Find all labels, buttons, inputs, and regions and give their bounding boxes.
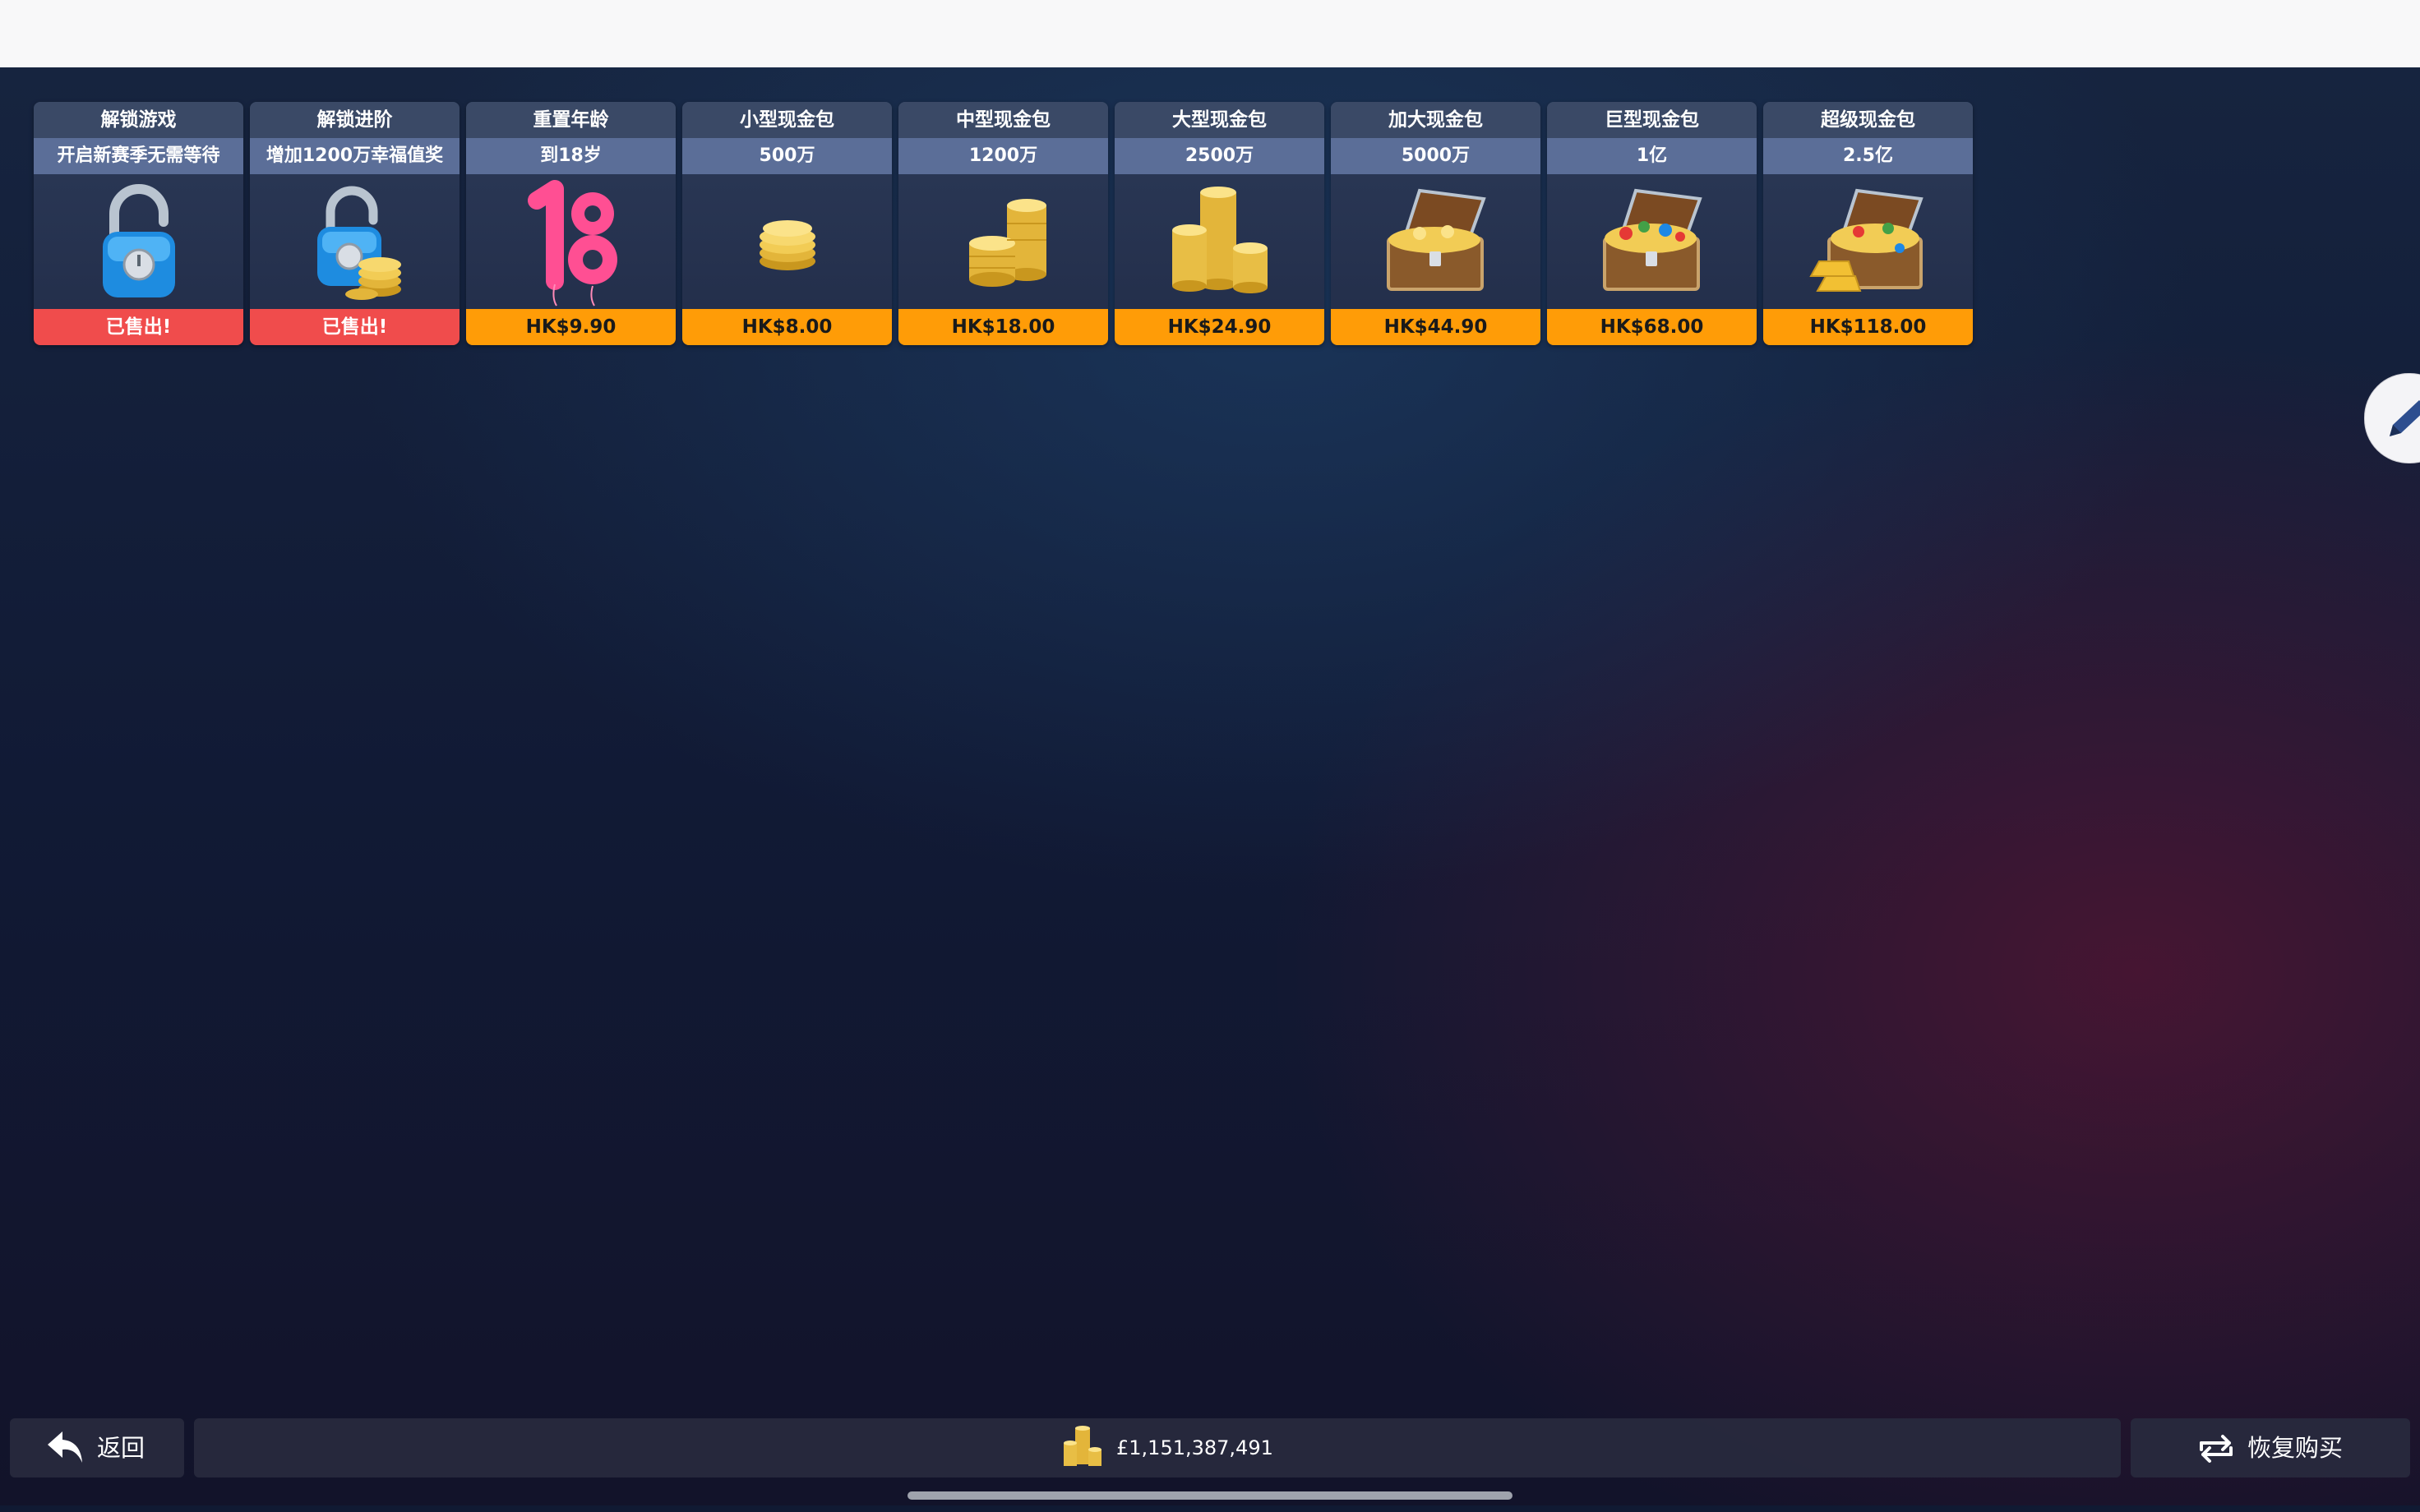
item-subtitle: 1200万: [898, 138, 1108, 174]
store-item-medium-cash-pack[interactable]: 中型现金包 1200万 HK$18.00: [898, 102, 1108, 345]
balloon-18-icon: [466, 174, 676, 309]
item-title: 超级现金包: [1763, 102, 1973, 138]
item-title: 中型现金包: [898, 102, 1108, 138]
item-price-sold-badge: 已售出!: [34, 309, 243, 345]
balance-amount: £1,151,387,491: [1116, 1436, 1273, 1459]
item-subtitle: 到18岁: [466, 138, 676, 174]
back-button[interactable]: 返回: [10, 1418, 184, 1477]
large-coin-stack-icon: [1115, 174, 1324, 309]
item-price-button: HK$44.90: [1331, 309, 1540, 345]
store-item-small-cash-pack[interactable]: 小型现金包 500万 HK$8.00: [682, 102, 892, 345]
item-title: 巨型现金包: [1547, 102, 1757, 138]
back-button-label: 返回: [97, 1434, 145, 1462]
item-price-button: HK$118.00: [1763, 309, 1973, 345]
restore-purchases-button[interactable]: 恢复购买: [2131, 1418, 2410, 1477]
store-item-unlock-advance[interactable]: 解锁进阶 增加1200万幸福值奖 已售出!: [250, 102, 460, 345]
item-price-button: HK$68.00: [1547, 309, 1757, 345]
item-price-button: HK$8.00: [682, 309, 892, 345]
item-title: 重置年龄: [466, 102, 676, 138]
item-title: 解锁游戏: [34, 102, 243, 138]
item-subtitle: 1亿: [1547, 138, 1757, 174]
item-price-button: HK$24.90: [1115, 309, 1324, 345]
padlock-open-icon: [34, 174, 243, 309]
store-item-extra-large-cash-pack[interactable]: 加大现金包 5000万 HK$44.90: [1331, 102, 1540, 345]
medium-coin-stack-icon: [898, 174, 1108, 309]
top-status-bar: [0, 0, 2420, 67]
item-price-sold-badge: 已售出!: [250, 309, 460, 345]
item-title: 解锁进阶: [250, 102, 460, 138]
small-coin-stack-icon: [682, 174, 892, 309]
store-item-super-cash-pack[interactable]: 超级现金包 2.5亿 HK$118.00: [1763, 102, 1973, 345]
item-price-button: HK$18.00: [898, 309, 1108, 345]
store-item-large-cash-pack[interactable]: 大型现金包 2500万 HK$24.90: [1115, 102, 1324, 345]
item-subtitle: 2500万: [1115, 138, 1324, 174]
item-subtitle: 5000万: [1331, 138, 1540, 174]
item-subtitle: 增加1200万幸福值奖: [250, 138, 460, 174]
padlock-coins-icon: [250, 174, 460, 309]
item-subtitle: 2.5亿: [1763, 138, 1973, 174]
item-subtitle: 开启新赛季无需等待: [34, 138, 243, 174]
treasure-chest-gold-icon: [1331, 174, 1540, 309]
store-item-unlock-game[interactable]: 解锁游戏 开启新赛季无需等待 已售出!: [34, 102, 243, 345]
store-item-giant-cash-pack[interactable]: 巨型现金包 1亿 HK$68.00: [1547, 102, 1757, 345]
store-screen: 解锁游戏 开启新赛季无需等待 已售出! 解锁进阶 增加1200万幸福值奖 已售出…: [0, 67, 2420, 1505]
item-title: 加大现金包: [1331, 102, 1540, 138]
home-indicator[interactable]: [908, 1491, 1512, 1500]
bottom-toolbar: 返回 £1,151,387,491 恢复购买: [0, 1415, 2420, 1481]
treasure-chest-gold-bars-icon: [1763, 174, 1973, 309]
item-title: 大型现金包: [1115, 102, 1324, 138]
item-price-button: HK$9.90: [466, 309, 676, 345]
treasure-chest-gems-icon: [1547, 174, 1757, 309]
item-title: 小型现金包: [682, 102, 892, 138]
item-subtitle: 500万: [682, 138, 892, 174]
store-item-reset-age[interactable]: 重置年龄 到18岁 HK$9.90: [466, 102, 676, 345]
restore-purchases-label: 恢复购买: [2247, 1434, 2344, 1462]
balance-bar: £1,151,387,491: [194, 1418, 2121, 1477]
